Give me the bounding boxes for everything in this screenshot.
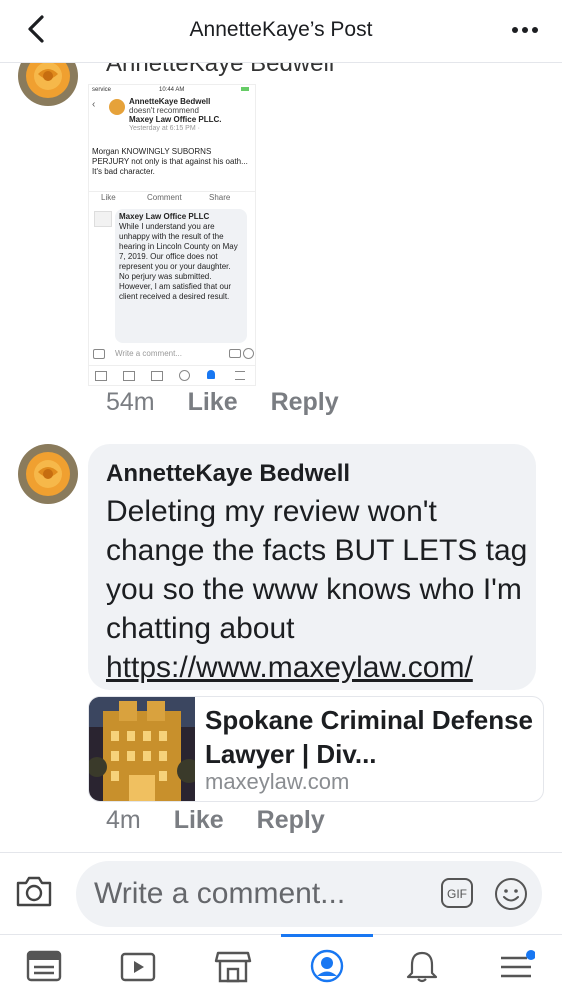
more-options-button[interactable]	[510, 18, 540, 42]
profile-icon	[310, 949, 344, 983]
comments-list[interactable]: AnnetteKaye Bedwell service 10:44 AM ‹ A…	[0, 62, 562, 852]
share-button: Share	[209, 193, 231, 202]
comment-composer: Write a comment... GIF	[0, 852, 562, 935]
tab-notifications[interactable]	[392, 935, 452, 1001]
emoji-button[interactable]	[494, 877, 528, 911]
post-target: Maxey Law Office PLLC.	[129, 115, 222, 124]
notifications-icon	[406, 951, 438, 983]
like-button: Like	[101, 193, 116, 202]
tab-menu[interactable]	[486, 935, 546, 1001]
reply-author: Maxey Law Office PLLC	[119, 212, 210, 221]
comment-time: 54m	[106, 388, 155, 416]
post-action: doesn't recommend	[129, 106, 200, 115]
top-bar: AnnetteKaye’s Post	[0, 0, 562, 63]
comment-author[interactable]: AnnetteKaye Bedwell	[106, 62, 334, 78]
attached-screenshot[interactable]: service 10:44 AM ‹ AnnetteKaye Bedwell d…	[88, 84, 256, 386]
comment-input-placeholder: Write a comment...	[94, 877, 346, 910]
divider	[89, 191, 255, 192]
news-feed-icon	[26, 950, 62, 982]
post-time: Yesterday at 6:15 PM ·	[129, 125, 200, 132]
notifications-icon	[207, 370, 215, 379]
tab-profile[interactable]	[281, 934, 373, 1001]
post-text: Morgan KNOWINGLY SUBORNS PERJURY not onl…	[92, 147, 248, 176]
status-time: 10:44 AM	[159, 87, 185, 93]
like-button[interactable]: Like	[188, 388, 238, 416]
reply-button[interactable]: Reply	[257, 806, 325, 834]
tab-watch[interactable]	[108, 935, 168, 1001]
post-author: AnnetteKaye Bedwell	[129, 97, 211, 106]
back-icon: ‹	[92, 99, 96, 110]
link-title[interactable]: Spokane Criminal Defense Lawyer | Div...	[205, 703, 535, 771]
camera-icon	[16, 876, 52, 907]
comment-input[interactable]: Write a comment... GIF	[76, 861, 542, 927]
profile-icon	[179, 370, 190, 381]
camera-icon	[93, 349, 105, 359]
like-button[interactable]: Like	[174, 806, 224, 834]
avatar[interactable]	[18, 62, 78, 106]
link-preview-card[interactable]: Spokane Criminal Defense Lawyer | Div...…	[88, 696, 544, 802]
comment-body: Deleting my review won't change the fact…	[106, 495, 528, 645]
link-thumbnail	[89, 697, 201, 801]
write-comment-input: Write a comment...	[115, 349, 182, 358]
tab-news-feed[interactable]	[14, 935, 74, 1001]
page-title: AnnetteKaye’s Post	[189, 18, 373, 41]
avatar	[109, 99, 125, 115]
gif-icon: GIF	[441, 878, 473, 908]
marketplace-icon	[214, 951, 252, 983]
watch-icon	[120, 952, 156, 982]
watch-icon	[123, 371, 135, 381]
emoji-icon	[243, 348, 254, 359]
logo-thumbnail	[94, 211, 112, 227]
reply-button[interactable]: Reply	[271, 388, 339, 416]
comment-link[interactable]: https://www.maxeylaw.com/	[106, 651, 473, 684]
menu-icon	[235, 371, 245, 380]
comment-actions: 54m Like Reply	[106, 388, 365, 417]
gif-button[interactable]: GIF	[440, 877, 474, 909]
status-carrier: service	[92, 87, 112, 93]
comment-text: Deleting my review won't change the fact…	[106, 492, 536, 687]
news-feed-icon	[95, 371, 107, 381]
comment-time: 4m	[106, 806, 141, 834]
more-horizontal-icon	[512, 27, 538, 33]
reply-text: While I understand you are unhappy with …	[119, 222, 238, 301]
emoji-icon	[495, 878, 527, 910]
battery-icon	[241, 87, 249, 91]
comment-button: Comment	[147, 193, 182, 202]
gif-icon	[229, 349, 241, 358]
marketplace-icon	[151, 371, 163, 381]
comment-author[interactable]: AnnetteKaye Bedwell	[106, 460, 350, 488]
tab-marketplace[interactable]	[203, 935, 263, 1001]
menu-icon	[501, 950, 535, 978]
camera-button[interactable]	[14, 873, 54, 909]
bottom-tab-bar	[0, 934, 562, 1001]
gif-label: GIF	[447, 887, 467, 901]
comment-actions: 4m Like Reply	[106, 806, 351, 835]
link-domain: maxeylaw.com	[205, 769, 350, 794]
comment-bubble[interactable]: AnnetteKaye Bedwell Deleting my review w…	[88, 444, 536, 690]
avatar[interactable]	[18, 444, 78, 504]
